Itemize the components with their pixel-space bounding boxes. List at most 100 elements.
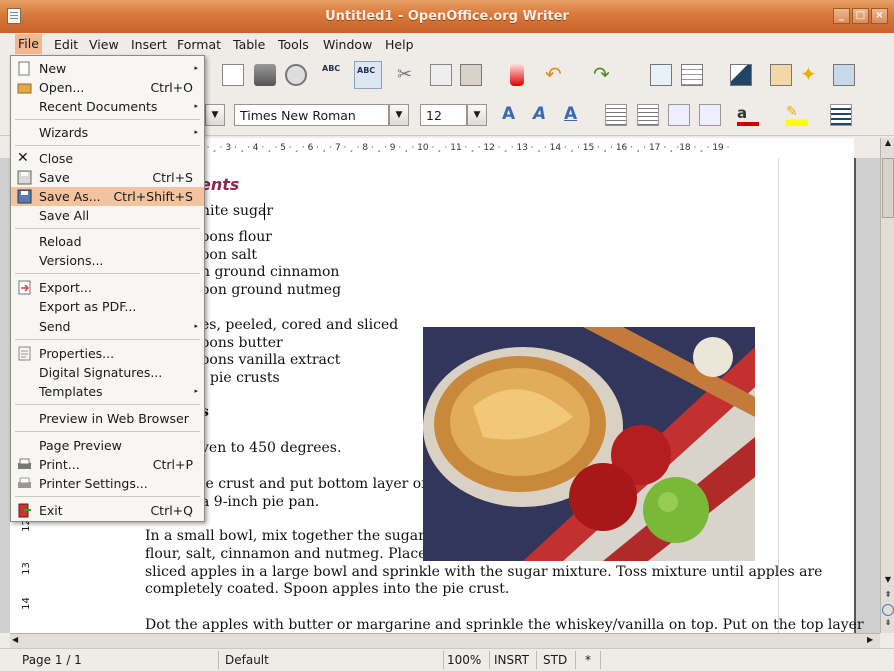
close-window-button[interactable]: × [871,8,888,24]
menu-format[interactable]: Format [177,37,221,52]
menu-item-close[interactable]: ✕ Close [11,149,204,168]
export-pdf-icon[interactable] [222,64,244,86]
numbering-icon[interactable] [605,104,627,126]
menu-item-save[interactable]: Save Ctrl+S [11,168,204,187]
file-menu: New ▸ Open... Ctrl+O Recent Documents ▸ … [10,55,205,522]
decrease-indent-icon[interactable] [668,104,690,126]
menu-item-templates[interactable]: Templates ▸ [11,382,204,401]
menu-item-new[interactable]: New ▸ [11,59,204,78]
autospellcheck-icon[interactable]: ABC [354,61,382,89]
scroll-up-arrow[interactable]: ▲ [882,138,894,150]
horizontal-ruler[interactable]: 2 · ¸ · 3 · ¸ · 4 · ¸ · 5 · ¸ · 6 · ¸ · … [198,138,854,159]
doc-line: oons vanilla extract [201,352,341,368]
page-style[interactable]: Default [225,652,269,668]
scroll-left-arrow[interactable]: ◀ [12,635,18,644]
menu-item-page-preview[interactable]: Page Preview [11,436,204,455]
menu-item-digital-signatures[interactable]: Digital Signatures... [11,363,204,382]
doc-line: ie crust and put bottom layer of [201,476,427,492]
apple-pie-image[interactable] [423,327,755,561]
menu-item-send[interactable]: Send ▸ [11,317,204,336]
menu-file[interactable]: File [15,34,42,54]
vertical-scrollbar[interactable]: ▲ ▼ ⇞ ⇟ [880,138,894,633]
find-replace-icon[interactable] [770,64,792,86]
menu-item-printer-settings[interactable]: Printer Settings... [11,474,204,493]
menu-edit[interactable]: Edit [54,37,78,52]
status-separator [575,651,576,669]
menu-help[interactable]: Help [385,37,414,52]
doc-line: Dot the apples with butter or margarine … [145,617,864,633]
gallery-icon[interactable] [833,64,855,86]
title-bar: Untitled1 - OpenOffice.org Writer _ □ × [0,0,894,34]
hyperlink-icon[interactable] [650,64,672,86]
paste-icon[interactable] [460,64,482,86]
horizontal-scrollbar[interactable]: ◀ ▶ [10,633,880,648]
menu-separator [15,228,200,229]
zoom-level[interactable]: 100% [447,652,481,668]
bullets-icon[interactable] [637,104,659,126]
scroll-down-arrow[interactable]: ▼ [882,575,894,587]
scroll-right-arrow[interactable]: ▶ [867,635,873,644]
copy-icon[interactable] [430,64,452,86]
font-name-box[interactable]: Times New Roman [234,104,389,126]
status-separator [218,651,219,669]
bold-icon[interactable]: A [502,104,524,126]
doc-line: oons flour [201,229,272,245]
page-indicator[interactable]: Page 1 / 1 [22,652,82,668]
background-color-icon[interactable] [830,104,852,126]
doc-line: hite sugar [201,203,274,219]
menu-item-wizards[interactable]: Wizards ▸ [11,123,204,142]
menu-item-recent-documents[interactable]: Recent Documents ▸ [11,97,204,116]
status-separator [536,651,537,669]
redo-icon[interactable]: ↷ [593,62,615,86]
font-size-dropdown-button[interactable]: ▼ [467,104,487,126]
cut-icon[interactable]: ✂ [397,64,419,86]
highlighting-icon[interactable]: ✎ [786,104,808,126]
menu-item-exit[interactable]: Exit Ctrl+Q [11,501,204,520]
menu-separator [15,339,200,340]
menu-item-export[interactable]: Export... [11,278,204,297]
insert-mode[interactable]: INSRT [494,652,529,668]
style-dropdown-button[interactable]: ▼ [205,104,225,126]
document-heading: ents [200,175,240,194]
underline-icon[interactable]: A [564,104,586,126]
spellcheck-icon[interactable]: ABC [322,64,344,86]
menu-item-open[interactable]: Open... Ctrl+O [11,78,204,97]
menu-window[interactable]: Window [323,37,372,52]
menu-insert[interactable]: Insert [131,37,167,52]
doc-line: ven to 450 degrees. [201,440,342,456]
next-page-icon[interactable]: ⇟ [882,618,894,630]
print-icon[interactable] [254,64,276,86]
menu-item-reload[interactable]: Reload [11,232,204,251]
menu-view[interactable]: View [89,37,119,52]
menu-item-save-as[interactable]: Save As... Ctrl+Shift+S [11,187,204,206]
navigation-icon[interactable] [882,604,894,616]
doc-line: l pie crusts [201,370,280,386]
menu-item-print[interactable]: Print... Ctrl+P [11,455,204,474]
menu-bar: File Edit View Insert Format Table Tools… [0,33,894,55]
italic-icon[interactable]: A [533,104,555,126]
increase-indent-icon[interactable] [699,104,721,126]
menu-item-properties[interactable]: Properties... [11,344,204,363]
clone-formatting-icon[interactable] [510,64,524,86]
menu-item-save-all[interactable]: Save All [11,206,204,225]
table-icon[interactable] [681,64,703,86]
selection-mode[interactable]: STD [543,652,567,668]
new-document-icon [17,61,32,76]
menu-item-export-pdf[interactable]: Export as PDF... [11,297,204,316]
undo-icon[interactable]: ↶ [545,62,567,86]
menu-item-versions[interactable]: Versions... [11,251,204,270]
font-color-icon[interactable]: a [737,104,759,126]
page-preview-icon[interactable] [285,64,307,86]
menu-item-preview-web[interactable]: Preview in Web Browser [11,409,204,428]
font-name-dropdown-button[interactable]: ▼ [389,104,409,126]
minimize-button[interactable]: _ [833,8,850,24]
previous-page-icon[interactable]: ⇞ [882,590,894,602]
maximize-button[interactable]: □ [852,8,869,24]
menu-table[interactable]: Table [233,37,265,52]
save-disk-icon [17,170,32,185]
navigator-icon[interactable]: ✦ [800,64,822,86]
font-size-box[interactable]: 12 [420,104,467,126]
show-draw-functions-icon[interactable] [730,64,752,86]
vertical-scroll-thumb[interactable] [882,158,894,218]
menu-tools[interactable]: Tools [278,37,309,52]
